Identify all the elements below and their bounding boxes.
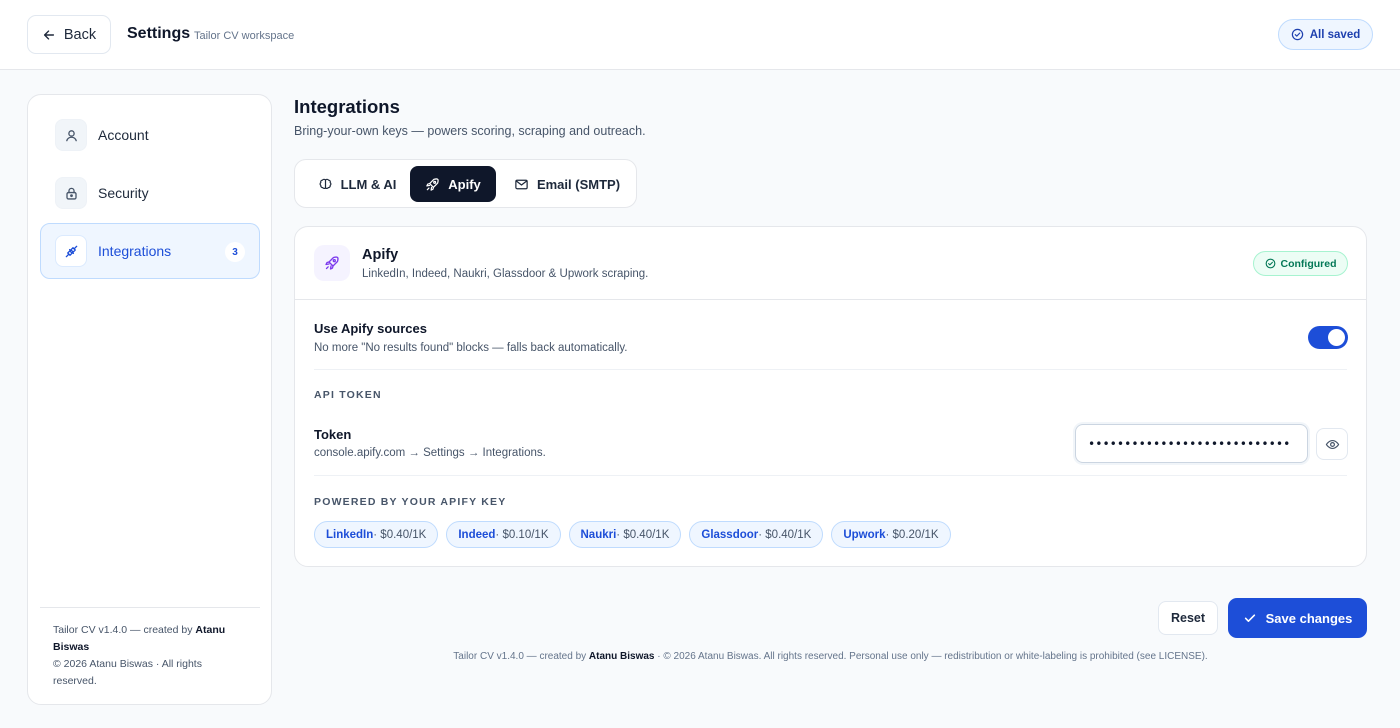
toggle-knob bbox=[1328, 329, 1345, 346]
arrow-left-icon bbox=[43, 29, 54, 40]
show-token-button[interactable] bbox=[1316, 428, 1348, 460]
row-divider bbox=[314, 475, 1347, 476]
source-chip-indeed: Indeed · $0.10/1K bbox=[446, 521, 561, 548]
sidebar-item-security[interactable]: Security bbox=[40, 165, 260, 221]
back-button[interactable]: Back bbox=[27, 15, 111, 54]
rocket-icon bbox=[325, 256, 339, 270]
top-bar: Back Settings Tailor CV workspace All sa… bbox=[0, 0, 1400, 70]
powered-section-label: POWERED BY YOUR APIFY KEY bbox=[314, 496, 507, 508]
sidebar-item-integrations[interactable]: Integrations 3 bbox=[40, 223, 260, 279]
chip-price: · $0.40/1K bbox=[616, 528, 670, 541]
integration-tabs: LLM & AI Apify Email (SMTP) bbox=[294, 159, 637, 208]
source-chip-upwork: Upwork · $0.20/1K bbox=[831, 521, 951, 548]
page-footer: Tailor CV v1.4.0 — created by Atanu Bisw… bbox=[294, 651, 1367, 662]
eye-icon bbox=[1325, 439, 1339, 449]
token-label: Token bbox=[314, 427, 352, 442]
check-circle-icon bbox=[1265, 258, 1275, 269]
token-description: console.apify.com → Settings → Integrati… bbox=[314, 447, 546, 459]
tab-label: Email (SMTP) bbox=[536, 176, 621, 192]
section-subtitle: Bring-your-own keys — powers scoring, sc… bbox=[294, 124, 646, 138]
count-badge: 3 bbox=[225, 242, 245, 262]
sidebar-divider bbox=[40, 607, 260, 608]
footer-author: Atanu Biswas bbox=[588, 651, 655, 662]
rocket-icon bbox=[426, 177, 439, 191]
tab-email-smtp[interactable]: Email (SMTP) bbox=[503, 166, 631, 202]
sidebar: Account Security Integrations 3 Tailor C… bbox=[27, 94, 272, 705]
chip-price: · $0.40/1K bbox=[373, 528, 427, 541]
tab-llm-ai[interactable]: LLM & AI bbox=[303, 166, 411, 202]
chip-name: Upwork bbox=[843, 528, 886, 541]
chip-name: Glassdoor bbox=[701, 528, 759, 541]
footer-suffix: · © 2026 Atanu Biswas. All rights reserv… bbox=[654, 651, 1208, 662]
source-chips: LinkedIn · $0.40/1K Indeed · $0.10/1K Na… bbox=[314, 521, 951, 548]
section-title: Integrations bbox=[294, 96, 400, 117]
sidebar-item-label: Security bbox=[98, 185, 149, 201]
chip-name: Indeed bbox=[458, 528, 496, 541]
source-chip-linkedin: LinkedIn · $0.40/1K bbox=[314, 521, 439, 548]
chip-name: Naukri bbox=[580, 528, 617, 541]
chip-price: · $0.20/1K bbox=[885, 528, 939, 541]
tab-label: Apify bbox=[448, 176, 481, 192]
sidebar-footer: Tailor CV v1.4.0 — created by Atanu Bisw… bbox=[53, 622, 248, 690]
tab-apify[interactable]: Apify bbox=[410, 166, 496, 202]
lock-icon bbox=[65, 187, 77, 200]
check-circle-icon bbox=[1291, 28, 1303, 41]
save-status-badge: All saved bbox=[1278, 19, 1373, 50]
reset-button[interactable]: Reset bbox=[1158, 601, 1218, 635]
apify-card: Apify LinkedIn, Indeed, Naukri, Glassdoo… bbox=[294, 226, 1367, 567]
api-token-section-label: API TOKEN bbox=[314, 389, 382, 401]
source-chip-glassdoor: Glassdoor · $0.40/1K bbox=[689, 521, 824, 548]
chip-price: · $0.40/1K bbox=[758, 528, 812, 541]
back-button-label: Back bbox=[63, 26, 97, 43]
sidebar-item-label: Integrations bbox=[98, 243, 172, 259]
toggle-label: Use Apify sources bbox=[314, 321, 427, 336]
tab-label: LLM & AI bbox=[340, 176, 397, 192]
configured-badge: Configured bbox=[1253, 251, 1348, 276]
page-title: Settings bbox=[127, 25, 191, 42]
page-subtitle: Tailor CV workspace bbox=[194, 30, 295, 42]
mail-icon bbox=[515, 179, 528, 189]
card-divider bbox=[295, 299, 1366, 300]
plug-icon bbox=[65, 245, 77, 257]
sidebar-item-label: Account bbox=[98, 127, 149, 143]
sidebar-footer-rights: © 2026 Atanu Biswas · All rights reserve… bbox=[53, 658, 202, 687]
user-icon bbox=[65, 129, 77, 141]
chip-price: · $0.10/1K bbox=[495, 528, 549, 541]
sidebar-footer-prefix: Tailor CV v1.4.0 — created by bbox=[53, 624, 196, 636]
footer-prefix: Tailor CV v1.4.0 — created by bbox=[453, 651, 589, 662]
chip-name: LinkedIn bbox=[326, 528, 374, 541]
save-changes-label: Save changes bbox=[1265, 610, 1353, 626]
configured-label: Configured bbox=[1280, 257, 1337, 270]
token-input[interactable] bbox=[1075, 424, 1308, 463]
save-changes-button[interactable]: Save changes bbox=[1228, 598, 1367, 638]
sidebar-item-account[interactable]: Account bbox=[40, 107, 260, 163]
save-status-label: All saved bbox=[1309, 28, 1361, 41]
use-apify-toggle[interactable] bbox=[1308, 326, 1348, 349]
brain-icon bbox=[319, 178, 332, 189]
card-description: LinkedIn, Indeed, Naukri, Glassdoor & Up… bbox=[362, 268, 649, 280]
check-icon bbox=[1244, 614, 1255, 622]
row-divider bbox=[314, 369, 1347, 370]
card-title: Apify bbox=[362, 247, 399, 263]
toggle-description: No more "No results found" blocks — fall… bbox=[314, 342, 628, 354]
source-chip-naukri: Naukri · $0.40/1K bbox=[568, 521, 682, 548]
